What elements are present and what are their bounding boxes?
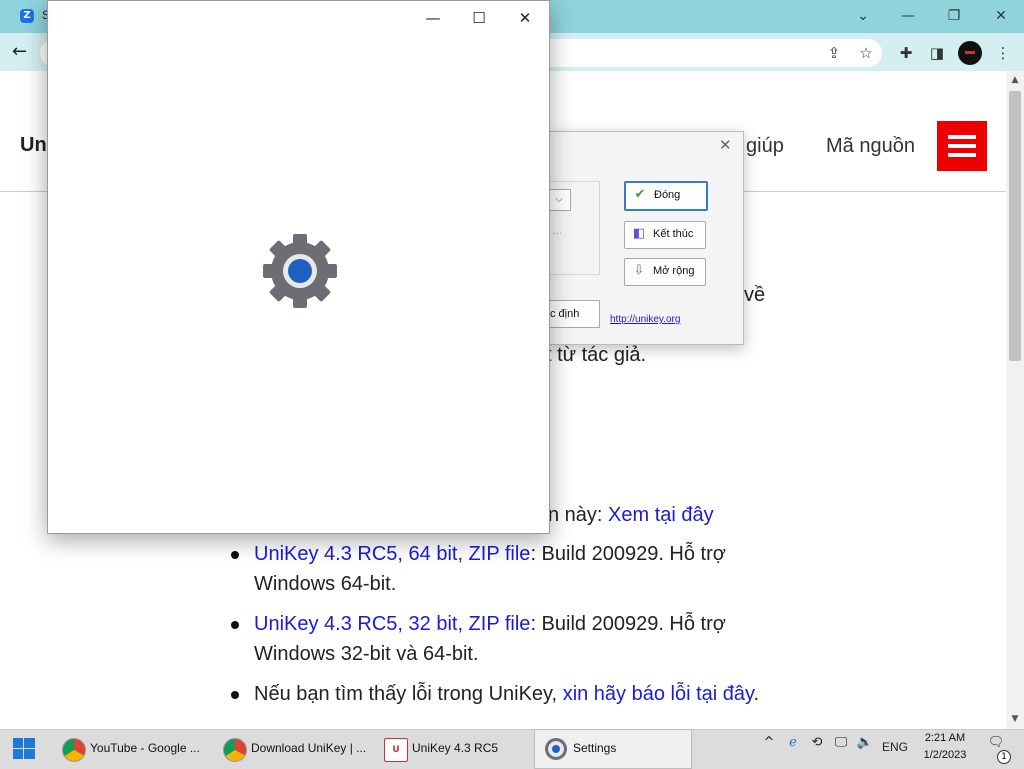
unikey-exit-button[interactable]: ◧ Kết thúc xyxy=(624,221,706,249)
taskbar-item-label: UniKey 4.3 RC5 xyxy=(412,741,499,755)
chrome-icon xyxy=(62,738,86,762)
bookmark-star-icon[interactable]: ☆ xyxy=(855,42,877,64)
scroll-down-icon[interactable]: ▼ xyxy=(1006,711,1024,727)
bug-report-end: . xyxy=(753,683,760,705)
list-item-line2: Windows 32-bit và 64-bit. xyxy=(254,643,479,665)
list-item: Nếu bạn tìm thấy lỗi trong UniKey, xin h… xyxy=(254,683,759,706)
volume-icon[interactable]: 🔈 xyxy=(856,735,874,750)
arrow-down-icon: ⇩ xyxy=(633,263,645,278)
settings-gear-icon xyxy=(263,234,337,308)
more-menu-icon[interactable]: ⋮ xyxy=(992,42,1014,64)
unikey-close-icon[interactable]: ✕ xyxy=(719,136,732,154)
language-indicator[interactable]: ENG xyxy=(880,740,910,754)
exit-door-icon: ◧ xyxy=(632,226,646,241)
list-bullet xyxy=(231,551,239,559)
download-64bit-link[interactable]: UniKey 4.3 RC5, 64 bit, ZIP file xyxy=(254,543,530,565)
unikey-app-icon: U xyxy=(384,738,408,762)
list-item: UniKey 4.3 RC5, 64 bit, ZIP file: Build … xyxy=(254,543,726,566)
taskbar-item-youtube-chrome[interactable]: YouTube - Google ... xyxy=(51,729,209,769)
site-logo[interactable]: Un xyxy=(20,134,47,157)
download-64bit-text: : Build 200929. Hỗ trợ xyxy=(530,543,726,565)
list-bullet xyxy=(231,691,239,699)
paragraph-fragment: về xyxy=(744,284,766,306)
paragraph-fragment: n này: Xem tại đây xyxy=(548,504,714,527)
settings-gear-icon xyxy=(545,738,567,760)
side-panel-icon[interactable]: ◨ xyxy=(926,42,948,64)
unikey-close-button[interactable]: ✔ Đóng xyxy=(624,181,708,211)
bug-report-link[interactable]: xin hãy báo lỗi tại đây xyxy=(563,683,754,705)
unikey-close-label: Đóng xyxy=(654,189,681,201)
clock-time: 2:21 AM xyxy=(924,732,966,744)
profile-avatar[interactable] xyxy=(958,41,982,65)
network-icon[interactable]: 🖵 xyxy=(832,735,850,750)
scrollbar-thumb[interactable] xyxy=(1009,91,1021,361)
settings-maximize-button[interactable]: ☐ xyxy=(464,7,494,29)
tab-favicon-icon: Z xyxy=(20,9,34,23)
share-icon[interactable]: ⇪ xyxy=(823,42,845,64)
bug-report-text: Nếu bạn tìm thấy lỗi trong UniKey, xyxy=(254,683,558,705)
scroll-up-icon[interactable]: ▲ xyxy=(1006,72,1024,88)
version-text: n này: xyxy=(548,504,603,526)
nav-item-help[interactable]: giúp xyxy=(746,135,784,158)
unikey-website-link[interactable]: http://unikey.org xyxy=(610,314,680,325)
windows-start-icon[interactable] xyxy=(0,729,48,768)
notification-center-icon[interactable]: 🗨 xyxy=(985,735,1007,750)
tray-chevron-up-icon[interactable]: ^ xyxy=(760,735,778,750)
browser-minimize-button[interactable]: — xyxy=(898,6,918,26)
notification-count-badge: 1 xyxy=(997,750,1011,764)
nav-item-source[interactable]: Mã nguồn xyxy=(826,135,915,158)
list-item-line2: Windows 64-bit. xyxy=(254,573,397,595)
list-item: UniKey 4.3 RC5, 32 bit, ZIP file: Build … xyxy=(254,613,726,636)
list-bullet xyxy=(231,621,239,629)
hamburger-menu-icon[interactable] xyxy=(937,121,987,171)
extensions-puzzle-icon[interactable]: ✚ xyxy=(895,42,917,64)
unikey-expand-label: Mở rộng xyxy=(653,265,695,277)
taskbar-clock[interactable]: 2:21 AM 1/2/2023 xyxy=(918,730,972,764)
unikey-tray-icon[interactable]: ℯ xyxy=(784,735,802,750)
unikey-exit-label: Kết thúc xyxy=(653,228,694,240)
taskbar-item-label: YouTube - Google ... xyxy=(90,741,200,755)
taskbar-item-settings[interactable]: Settings xyxy=(534,729,692,769)
download-32bit-text: : Build 200929. Hỗ trợ xyxy=(530,613,726,635)
taskbar-item-label: Download UniKey | ... xyxy=(251,741,367,755)
settings-close-button[interactable]: ✕ xyxy=(510,7,540,29)
taskbar-item-label: Settings xyxy=(573,741,617,755)
taskbar-item-unikey[interactable]: U UniKey 4.3 RC5 xyxy=(373,729,531,769)
unikey-expand-button[interactable]: ⇩ Mở rộng xyxy=(624,258,706,286)
chrome-icon xyxy=(223,738,247,762)
checkmark-icon: ✔ xyxy=(634,187,646,202)
download-32bit-link[interactable]: UniKey 4.3 RC5, 32 bit, ZIP file xyxy=(254,613,530,635)
unikey-combo-box[interactable]: ⌵ xyxy=(548,189,571,211)
tab-search-chevron-down-icon[interactable]: ⌄ xyxy=(853,6,873,26)
settings-minimize-button[interactable]: — xyxy=(418,7,448,29)
tray-app-icon[interactable]: ⟲ xyxy=(808,735,826,750)
unikey-more-dots[interactable]: ... xyxy=(552,224,563,237)
browser-close-button[interactable]: ✕ xyxy=(991,6,1011,26)
view-here-link[interactable]: Xem tại đây xyxy=(608,504,714,526)
unikey-default-button[interactable]: c định xyxy=(548,300,600,328)
paragraph-fragment: t từ tác giả. xyxy=(546,344,647,366)
back-arrow-icon[interactable]: ← xyxy=(12,42,34,64)
clock-date: 1/2/2023 xyxy=(923,749,967,761)
browser-restore-button[interactable]: ❐ xyxy=(944,6,964,26)
taskbar-item-download-unikey[interactable]: Download UniKey | ... xyxy=(212,729,370,769)
